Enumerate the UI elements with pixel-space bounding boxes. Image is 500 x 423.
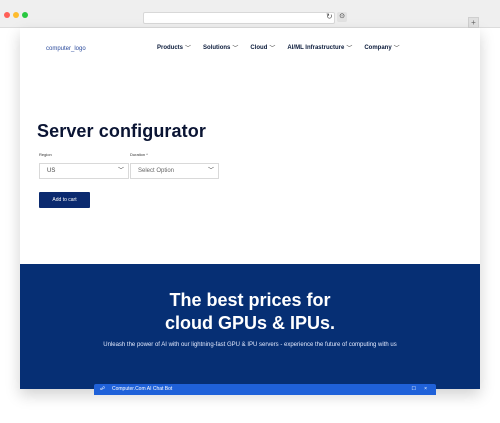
nav-item-label: Solutions	[203, 44, 231, 51]
close-window-icon[interactable]	[4, 12, 10, 18]
web-page: computer_logo Products ﹀ Solutions ﹀ Clo…	[20, 28, 480, 389]
site-logo[interactable]: computer_logo	[46, 46, 86, 52]
chevron-down-icon: ﹀	[232, 46, 239, 52]
main-nav: Products ﹀ Solutions ﹀ Cloud ﹀ AI/ML Inf…	[157, 43, 400, 53]
browser-toolbar: ↻ ⊙ +	[0, 0, 500, 28]
nav-item-solutions[interactable]: Solutions ﹀	[203, 43, 239, 53]
hero-title-line-2: cloud GPUs & IPUs.	[164, 313, 336, 333]
chat-icon: ☍	[100, 386, 106, 392]
region-select-value: US	[47, 168, 56, 174]
chevron-down-icon: ﹀	[346, 46, 353, 52]
duration-label: Duration *	[130, 152, 148, 157]
nav-item-label: AI/ML Infrastructure	[287, 44, 345, 51]
nav-item-label: Company	[364, 44, 392, 51]
hero-title: The best prices for cloud GPUs & IPUs.	[20, 289, 480, 335]
nav-item-label: Products	[157, 44, 184, 51]
nav-item-cloud[interactable]: Cloud ﹀	[250, 43, 276, 53]
maximize-window-icon[interactable]	[22, 12, 28, 18]
page-title: Server configurator	[37, 121, 206, 141]
address-bar[interactable]	[143, 12, 335, 24]
minimize-window-icon[interactable]	[13, 12, 19, 18]
hero-banner: The best prices for cloud GPUs & IPUs. U…	[20, 264, 480, 389]
extension-icon[interactable]: ⊙	[337, 12, 347, 22]
reload-icon[interactable]: ↻	[326, 12, 333, 22]
hero-subtitle: Unleash the power of AI with our lightni…	[103, 342, 397, 348]
chevron-down-icon: ﹀	[185, 46, 192, 52]
new-tab-icon[interactable]: +	[468, 17, 479, 28]
nav-item-ai-ml-infrastructure[interactable]: AI/ML Infrastructure ﹀	[287, 43, 353, 53]
chat-bot-bar[interactable]: ☍ Computer.Com AI Chat Bot ☐ ×	[94, 384, 436, 395]
chevron-down-icon: ﹀	[269, 46, 276, 52]
nav-item-label: Cloud	[250, 44, 268, 51]
chevron-down-icon: ﹀	[393, 46, 400, 52]
nav-item-products[interactable]: Products ﹀	[157, 43, 192, 53]
region-label: Region	[39, 152, 52, 157]
maximize-icon[interactable]: ☐	[412, 384, 416, 395]
region-select[interactable]: US ﹀	[39, 163, 129, 179]
hero-title-line-1: The best prices for	[169, 290, 331, 310]
add-to-cart-button[interactable]: Add to cart	[39, 192, 90, 208]
chevron-down-icon: ﹀	[117, 168, 124, 174]
duration-select-value: Select Option	[138, 168, 175, 174]
nav-item-company[interactable]: Company ﹀	[364, 43, 400, 53]
chat-title: Computer.Com AI Chat Bot	[112, 386, 173, 392]
duration-select[interactable]: Select Option ﹀	[130, 163, 219, 179]
close-icon[interactable]: ×	[424, 384, 427, 395]
chevron-down-icon: ﹀	[207, 168, 214, 174]
